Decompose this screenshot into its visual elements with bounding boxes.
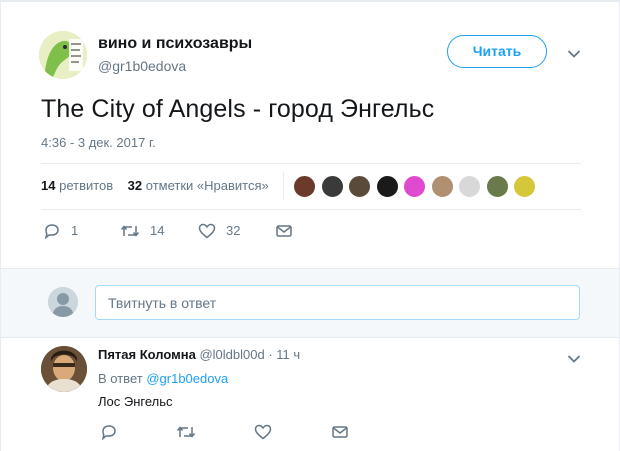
- author-avatar[interactable]: [39, 31, 87, 79]
- reply-author: Пятая Коломна @l0ldbl00d · 11 ч: [98, 347, 300, 362]
- in-reply-prefix: В ответ: [98, 371, 143, 386]
- tweet-card: вино и психозавры @gr1b0edova Читать The…: [1, 0, 619, 451]
- liker-avatar[interactable]: [458, 175, 481, 198]
- divider: [41, 163, 581, 164]
- reply-envelope-icon[interactable]: [331, 424, 349, 445]
- likes-label: отметки «Нравится»: [145, 178, 269, 193]
- likes-count: 32: [127, 178, 143, 193]
- tweet-text: The City of Angels - город Энгельс: [41, 95, 435, 123]
- divider: [41, 209, 581, 210]
- reply-heart-icon[interactable]: [254, 424, 272, 445]
- retweet-count: 14: [150, 223, 165, 239]
- top-divider: [1, 0, 619, 2]
- retweet-action[interactable]: 14: [120, 222, 164, 239]
- tweet-stats: 14 ретвитов 32 отметки «Нравится»: [41, 178, 269, 193]
- liker-avatar[interactable]: [293, 175, 316, 198]
- in-reply-handle-link[interactable]: @gr1b0edova: [146, 371, 228, 386]
- reply-icon: [43, 222, 61, 240]
- like-action[interactable]: 32: [198, 222, 240, 239]
- retweets-stat[interactable]: 14 ретвитов: [41, 178, 113, 193]
- message-action[interactable]: [275, 222, 293, 239]
- liker-avatar[interactable]: [485, 175, 509, 198]
- reply-reply-icon[interactable]: [100, 424, 118, 445]
- liker-avatar[interactable]: [403, 175, 426, 198]
- author-name[interactable]: вино и психозавры: [98, 35, 252, 53]
- in-reply-to: В ответ @gr1b0edova: [98, 371, 228, 386]
- user-avatar: [48, 287, 78, 317]
- stats-separator: [283, 172, 284, 200]
- reply-retweet-icon[interactable]: [176, 424, 196, 445]
- reply-count: 1: [71, 223, 79, 239]
- envelope-icon: [275, 222, 293, 237]
- reply-text: Лос Энгельс: [98, 394, 173, 409]
- liker-avatar[interactable]: [375, 175, 399, 198]
- liker-avatar[interactable]: [320, 175, 344, 198]
- likes-stat[interactable]: 32 отметки «Нравится»: [128, 178, 269, 193]
- liker-avatar[interactable]: [513, 175, 536, 198]
- reply-author-handle[interactable]: @l0ldbl00d: [199, 347, 264, 362]
- chevron-down-icon[interactable]: [567, 46, 581, 64]
- reply-input[interactable]: Твитнуть в ответ: [95, 285, 580, 320]
- like-count: 32: [226, 223, 241, 239]
- retweets-label: ретвитов: [59, 178, 114, 193]
- liker-avatar[interactable]: [430, 175, 454, 198]
- reply-author-avatar[interactable]: [41, 346, 87, 392]
- retweet-icon: [120, 222, 140, 237]
- retweets-count: 14: [41, 178, 56, 193]
- liker-avatar[interactable]: [348, 175, 371, 198]
- reply-author-name[interactable]: Пятая Коломна: [98, 347, 196, 362]
- author-handle[interactable]: @gr1b0edova: [98, 58, 186, 74]
- heart-icon: [198, 222, 216, 239]
- reply-time[interactable]: · 11 ч: [268, 347, 300, 362]
- reply-chevron-down-icon[interactable]: [567, 351, 581, 369]
- tweet-timestamp[interactable]: 4:36 - 3 дек. 2017 г.: [41, 135, 156, 150]
- follow-button[interactable]: Читать: [447, 35, 547, 68]
- reply-action[interactable]: 1: [43, 222, 79, 240]
